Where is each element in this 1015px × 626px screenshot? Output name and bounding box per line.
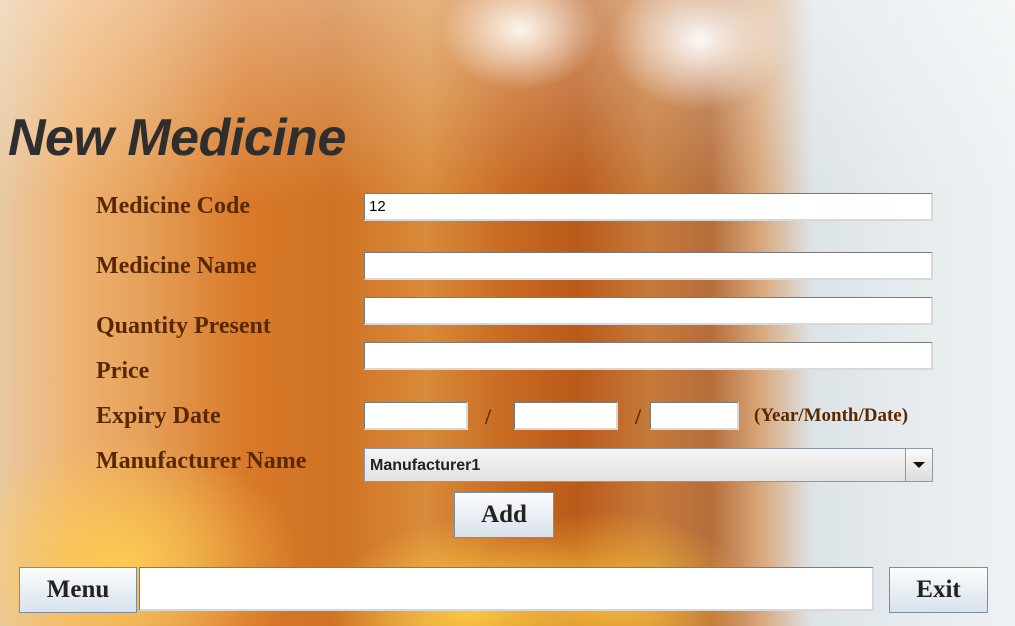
price-label: Price <box>96 358 150 384</box>
expiry-date-label: Expiry Date <box>96 403 221 429</box>
manufacturer-name-label: Manufacturer Name <box>96 448 307 474</box>
medicine-code-label: Medicine Code <box>96 193 250 219</box>
expiry-year-input[interactable] <box>364 402 468 430</box>
quantity-present-label: Quantity Present <box>96 313 271 339</box>
menu-button[interactable]: Menu <box>19 567 137 613</box>
quantity-present-input[interactable] <box>364 297 933 325</box>
add-button[interactable]: Add <box>454 492 554 538</box>
price-input[interactable] <box>364 342 933 370</box>
medicine-name-input[interactable] <box>364 252 933 280</box>
date-format-hint: (Year/Month/Date) <box>754 405 909 426</box>
expiry-month-input[interactable] <box>514 402 618 430</box>
status-field[interactable] <box>139 567 874 611</box>
manufacturer-select[interactable]: Manufacturer1 <box>364 448 933 482</box>
manufacturer-selected-value: Manufacturer1 <box>370 457 481 474</box>
date-separator: / <box>635 404 642 429</box>
background-highlight <box>0 0 1015 200</box>
expiry-day-input[interactable] <box>650 402 739 430</box>
exit-button[interactable]: Exit <box>889 567 988 613</box>
medicine-name-label: Medicine Name <box>96 253 257 279</box>
page-title: New Medicine <box>8 109 346 167</box>
chevron-down-icon[interactable] <box>905 449 932 481</box>
date-separator: / <box>485 404 492 429</box>
medicine-code-input[interactable] <box>364 193 933 221</box>
